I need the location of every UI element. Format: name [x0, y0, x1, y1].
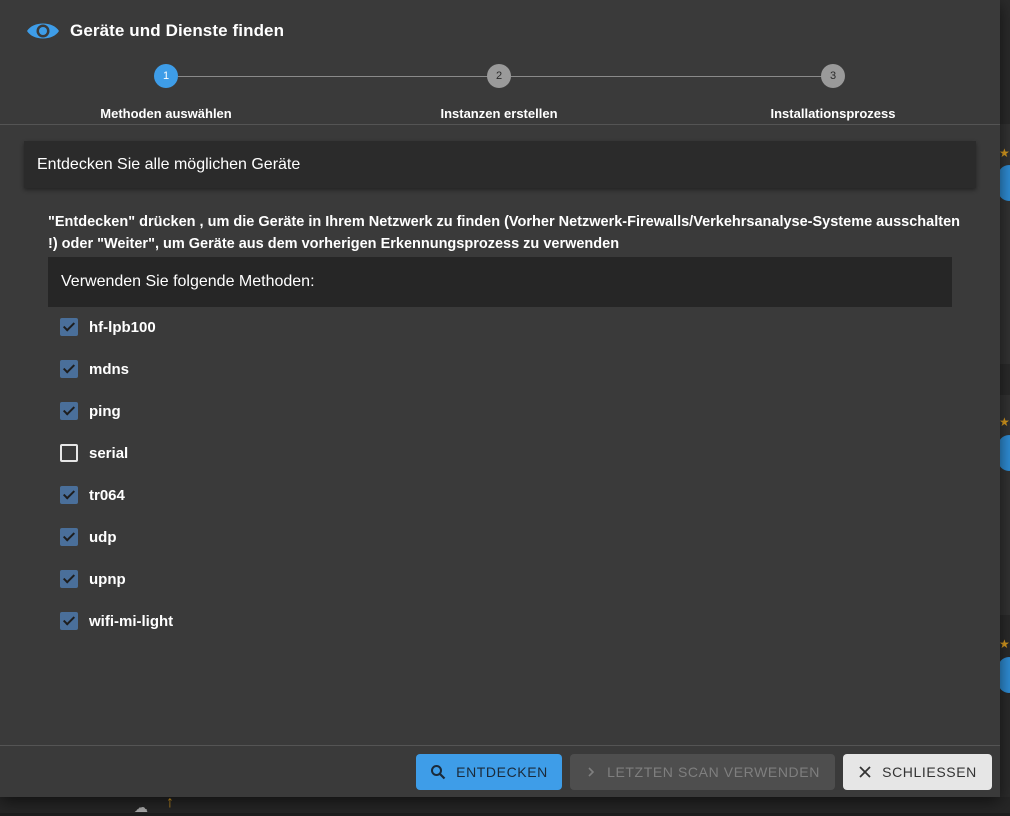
stepper-connector	[511, 76, 822, 77]
method-label: tr064	[89, 486, 125, 504]
star-icon: ★	[999, 146, 1010, 160]
method-label: upnp	[89, 570, 126, 588]
method-upnp[interactable]: upnp	[60, 567, 126, 591]
method-wifi-mi-light[interactable]: wifi-mi-light	[60, 609, 173, 633]
method-mdns[interactable]: mdns	[60, 357, 129, 381]
use-last-scan-label: LETZTEN SCAN VERWENDEN	[607, 764, 820, 780]
checkbox-checked[interactable]	[60, 570, 78, 588]
discover-button[interactable]: ENTDECKEN	[416, 754, 562, 790]
close-button-label: SCHLIESSEN	[882, 764, 977, 780]
step-3-label: Installationsprozess	[770, 106, 896, 121]
step-2-label: Instanzen erstellen	[440, 106, 558, 121]
method-ping[interactable]: ping	[60, 399, 121, 423]
method-label: hf-lpb100	[89, 318, 156, 336]
title-row: Geräte und Dienste finden	[26, 16, 284, 46]
checkbox-checked[interactable]	[60, 402, 78, 420]
stepper-connector	[178, 76, 488, 77]
checkbox-checked[interactable]	[60, 612, 78, 630]
method-serial[interactable]: serial	[60, 441, 128, 465]
checkbox-checked[interactable]	[60, 360, 78, 378]
star-icon: ★	[999, 637, 1010, 651]
section-heading: Entdecken Sie alle möglichen Geräte	[24, 141, 976, 188]
method-label: ping	[89, 402, 121, 420]
close-icon	[858, 765, 872, 779]
star-icon: ★	[999, 415, 1010, 429]
checkbox-checked[interactable]	[60, 486, 78, 504]
dialog-title: Geräte und Dienste finden	[70, 21, 285, 40]
cloud-icon: ☁	[134, 799, 148, 815]
use-last-scan-button[interactable]: LETZTEN SCAN VERWENDEN	[570, 754, 835, 790]
eye-icon	[26, 16, 60, 46]
method-label: wifi-mi-light	[89, 612, 174, 630]
dialog-header: Geräte und Dienste finden 1 2 3 Methoden…	[0, 0, 1000, 125]
checkbox-checked[interactable]	[60, 528, 78, 546]
background-footer	[0, 797, 1010, 813]
background-card	[1000, 124, 1010, 364]
checkbox-unchecked[interactable]	[60, 444, 78, 462]
method-label: udp	[89, 528, 117, 546]
dialog-footer-divider	[0, 745, 1000, 746]
discovery-hint: "Entdecken" drücken , um die Geräte in I…	[48, 214, 960, 252]
method-label: serial	[89, 444, 129, 462]
discover-button-label: ENTDECKEN	[456, 764, 548, 780]
discovery-dialog: Geräte und Dienste finden 1 2 3 Methoden…	[0, 0, 1000, 797]
step-1-label: Methoden auswählen	[100, 106, 232, 121]
method-label: mdns	[89, 360, 130, 378]
step-1-indicator: 1	[154, 64, 178, 88]
search-icon	[430, 764, 446, 780]
close-button[interactable]: SCHLIESSEN	[843, 754, 992, 790]
chevron-right-icon	[585, 766, 597, 778]
method-tr064[interactable]: tr064	[60, 483, 125, 507]
step-2-indicator: 2	[487, 64, 511, 88]
methods-heading: Verwenden Sie folgende Methoden:	[48, 257, 952, 307]
checkbox-checked[interactable]	[60, 318, 78, 336]
method-udp[interactable]: udp	[60, 525, 117, 549]
method-hf-lpb100[interactable]: hf-lpb100	[60, 315, 156, 339]
step-3-indicator: 3	[821, 64, 845, 88]
